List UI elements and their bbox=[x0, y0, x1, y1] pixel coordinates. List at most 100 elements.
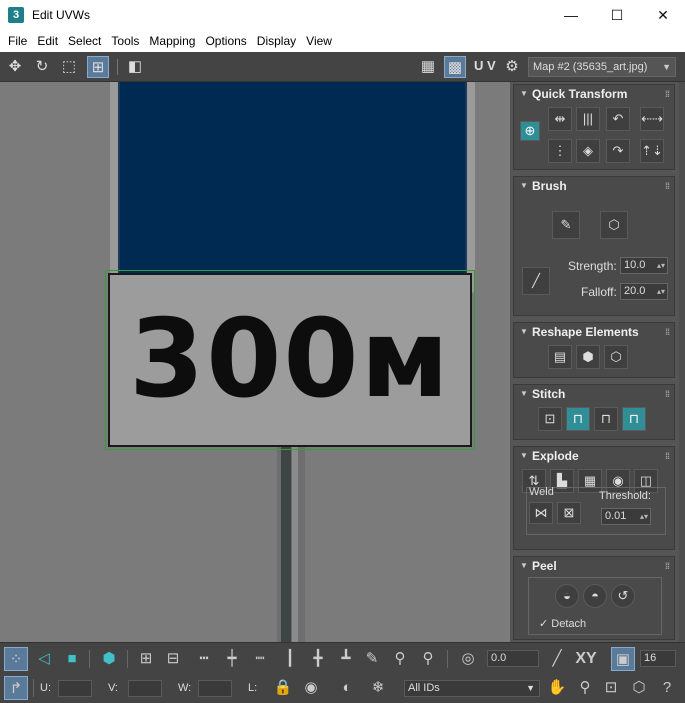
map-selector[interactable]: Map #2 (35635_art.jpg) ▼ bbox=[528, 57, 676, 77]
stitch-custom-icon[interactable]: ⊡ bbox=[538, 407, 562, 431]
align-column-icon[interactable]: ⋮ bbox=[548, 139, 572, 163]
absolute-offset-icon[interactable]: ↱ bbox=[4, 676, 28, 700]
menu-select[interactable]: Select bbox=[63, 30, 106, 52]
weld-selected-icon[interactable]: ⋈ bbox=[529, 502, 553, 524]
material-id-select[interactable]: All IDs ▼ bbox=[404, 680, 540, 697]
vertex-mode-icon[interactable]: ⁘ bbox=[4, 647, 28, 671]
space-vertical-icon[interactable]: ⇡⇣ bbox=[640, 139, 664, 163]
v-field[interactable] bbox=[128, 680, 162, 697]
stitch-to-source-icon[interactable]: ⊓ bbox=[622, 407, 646, 431]
scale-icon[interactable]: ⬚ bbox=[58, 56, 80, 78]
stitch-to-target-icon[interactable]: ⊓ bbox=[566, 407, 590, 431]
menu-edit[interactable]: Edit bbox=[32, 30, 63, 52]
pivot-icon[interactable]: ⊕ bbox=[520, 121, 540, 141]
uv-toggle[interactable]: U V bbox=[474, 58, 496, 73]
peel-header[interactable]: ▼ Peel ⁞⁞ bbox=[514, 557, 674, 575]
stitch-header[interactable]: ▼ Stitch ⁞⁞ bbox=[514, 385, 674, 403]
eye-icon[interactable]: ◉ bbox=[299, 676, 323, 700]
shrink-selection-icon[interactable]: ⊟ bbox=[161, 647, 185, 671]
panel-scrollbar[interactable] bbox=[679, 82, 685, 642]
brush-title: Brush bbox=[532, 179, 567, 193]
paint-move-icon[interactable]: ✎ bbox=[552, 211, 580, 239]
strength-spinner[interactable]: 10.0 ▴▾ bbox=[620, 257, 668, 274]
caret-down-icon: ▼ bbox=[520, 561, 528, 570]
ring-icon[interactable]: ┃ bbox=[278, 647, 302, 671]
w-field[interactable] bbox=[198, 680, 232, 697]
shrink-brush-icon[interactable]: ⚲ bbox=[416, 647, 440, 671]
rotate-ccw-icon[interactable]: ↶ bbox=[606, 107, 630, 131]
reshape-elements-header[interactable]: ▼ Reshape Elements ⁞⁞ bbox=[514, 323, 674, 341]
help-icon[interactable]: ? bbox=[655, 676, 679, 700]
falloff-spinner[interactable]: 20.0 ▴▾ bbox=[620, 283, 668, 300]
shrink-ring-icon[interactable]: ┻ bbox=[334, 647, 358, 671]
u-field[interactable] bbox=[58, 680, 92, 697]
falloff-spinner[interactable]: 0.0 bbox=[487, 650, 539, 667]
detach-checkbox[interactable]: ✓ Detach bbox=[539, 617, 586, 630]
zoom-region-icon[interactable]: ⊡ bbox=[599, 676, 623, 700]
menu-file[interactable]: File bbox=[0, 30, 32, 52]
relax-brush-icon[interactable]: ⬡ bbox=[600, 211, 628, 239]
rotate-icon[interactable]: ↻ bbox=[31, 56, 53, 78]
reset-peel-icon[interactable]: ↺ bbox=[611, 584, 635, 608]
caret-down-icon: ▼ bbox=[520, 451, 528, 460]
selected-uv-island[interactable]: 300м bbox=[105, 270, 475, 450]
element-mode-icon[interactable]: ⬢ bbox=[97, 647, 121, 671]
menu-mapping[interactable]: Mapping bbox=[144, 30, 200, 52]
freeze-icon[interactable]: ❄ bbox=[366, 676, 390, 700]
menu-display[interactable]: Display bbox=[252, 30, 301, 52]
grow-loop-icon[interactable]: ┿ bbox=[220, 647, 244, 671]
edge-distance-icon[interactable]: ▣ bbox=[611, 647, 635, 671]
lock-icon[interactable]: 🔒 bbox=[271, 676, 295, 700]
rotate-cw-icon[interactable]: ↷ bbox=[606, 139, 630, 163]
linear-align-icon[interactable]: ◈ bbox=[576, 139, 600, 163]
uv-viewport[interactable]: 300м bbox=[0, 82, 510, 642]
checker-icon[interactable]: ▦ bbox=[417, 56, 439, 78]
loop-icon[interactable]: ┅ bbox=[192, 647, 216, 671]
menu-options[interactable]: Options bbox=[200, 30, 251, 52]
falloff-type-icon[interactable]: ╱ bbox=[545, 647, 569, 671]
grow-selection-icon[interactable]: ⊞ bbox=[134, 647, 158, 671]
close-button[interactable]: ✕ bbox=[640, 0, 685, 30]
zoom-icon[interactable]: ⚲ bbox=[573, 676, 597, 700]
polygon-mode-icon[interactable]: ■ bbox=[60, 647, 84, 671]
weld-all-icon[interactable]: ⊠ bbox=[557, 502, 581, 524]
straighten-icon[interactable]: ▤ bbox=[548, 345, 572, 369]
menu-view[interactable]: View bbox=[301, 30, 337, 52]
explode-header[interactable]: ▼ Explode ⁞⁞ bbox=[514, 447, 674, 465]
falloff-curve-icon[interactable]: ╱ bbox=[522, 267, 550, 295]
align-vertical-icon[interactable]: ||| bbox=[576, 107, 600, 131]
brush-header[interactable]: ▼ Brush ⁞⁞ bbox=[514, 177, 674, 195]
enlarge-brush-icon[interactable]: ⚲ bbox=[388, 647, 412, 671]
reshape-elements-rollout: ▼ Reshape Elements ⁞⁞ ▤ ⬢ ⬡ bbox=[513, 322, 675, 378]
hide-icon[interactable]: ◐ bbox=[335, 676, 359, 700]
quick-peel-icon[interactable]: ◒ bbox=[555, 584, 579, 608]
relax-icon[interactable]: ⬢ bbox=[576, 345, 600, 369]
zoom-extents-icon[interactable]: ⬡ bbox=[627, 676, 651, 700]
edge-mode-icon[interactable]: ◁ bbox=[32, 647, 56, 671]
checker-active-icon[interactable]: ▩ bbox=[444, 56, 466, 78]
quick-transform-header[interactable]: ▼ Quick Transform ⁞⁞ bbox=[514, 85, 674, 103]
stitch-average-icon[interactable]: ⊓ bbox=[594, 407, 618, 431]
maximize-button[interactable]: ☐ bbox=[594, 0, 640, 30]
brush-rollout: ▼ Brush ⁞⁞ ✎ ⬡ ╱ Strength: 10.0 ▴▾ Fallo… bbox=[513, 176, 675, 316]
peel-mode-icon[interactable]: ◓ bbox=[583, 584, 607, 608]
edge-distance-spinner[interactable]: 16 bbox=[640, 650, 676, 667]
map-settings-icon[interactable]: ⚙ bbox=[501, 56, 523, 78]
soft-selection-icon[interactable]: ◎ bbox=[456, 647, 480, 671]
freeform-icon[interactable]: ⊞ bbox=[87, 56, 109, 78]
pan-icon[interactable]: ✋ bbox=[545, 676, 569, 700]
grow-ring-icon[interactable]: ╋ bbox=[306, 647, 330, 671]
minimize-button[interactable]: — bbox=[548, 0, 594, 30]
paint-select-icon[interactable]: ✎ bbox=[360, 647, 384, 671]
space-horizontal-icon[interactable]: ⇠⇢ bbox=[640, 107, 664, 131]
menu-tools[interactable]: Tools bbox=[106, 30, 144, 52]
shrink-loop-icon[interactable]: ┉ bbox=[248, 647, 272, 671]
mirror-icon[interactable]: ◧ bbox=[124, 56, 146, 78]
move-icon[interactable]: ✥ bbox=[4, 56, 26, 78]
caret-down-icon: ▼ bbox=[520, 89, 528, 98]
threshold-spinner[interactable]: 0.01 ▴▾ bbox=[601, 508, 651, 525]
relax-settings-icon[interactable]: ⬡ bbox=[604, 345, 628, 369]
caret-down-icon: ▼ bbox=[520, 389, 528, 398]
falloff-space-xy[interactable]: XY bbox=[571, 647, 601, 671]
align-horizontal-icon[interactable]: ⇹ bbox=[548, 107, 572, 131]
